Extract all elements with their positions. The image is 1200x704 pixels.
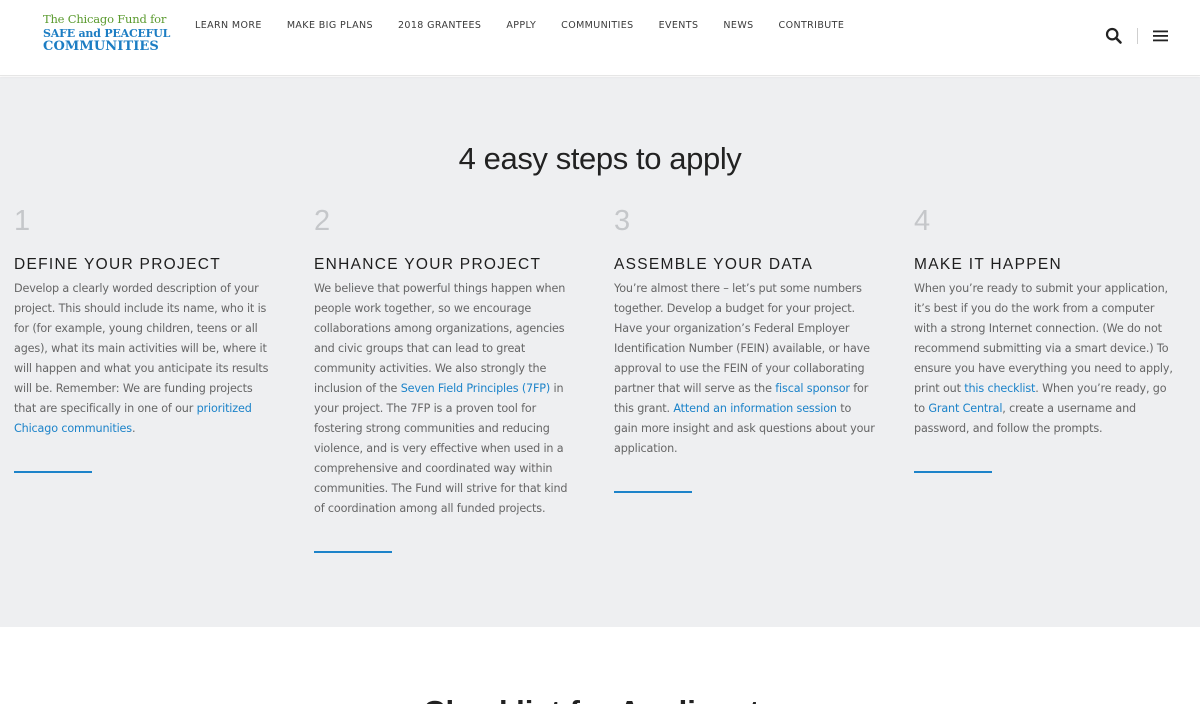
step-4: 4 MAKE IT HAPPEN When you’re ready to su… — [914, 207, 1176, 473]
search-icon — [1105, 27, 1122, 44]
step-title: ASSEMBLE YOUR DATA — [614, 256, 814, 273]
step-description: You’re almost there – let’s put some num… — [614, 279, 876, 459]
step-number: 3 — [614, 205, 631, 237]
step-underline-accent — [314, 550, 392, 553]
menu-button[interactable] — [1152, 28, 1170, 42]
step-title: MAKE IT HAPPEN — [914, 256, 1062, 273]
step-title: ENHANCE YOUR PROJECT — [314, 256, 542, 273]
step-1: 1 DEFINE YOUR PROJECT Develop a clearly … — [14, 207, 276, 473]
header-divider — [1137, 28, 1138, 44]
search-button[interactable] — [1105, 27, 1123, 45]
apply-steps-section: 4 easy steps to apply 1 DEFINE YOUR PROJ… — [0, 77, 1200, 627]
nav-learn-more[interactable]: LEARN MORE — [195, 20, 262, 31]
body-text: We believe that powerful things happen w… — [314, 281, 566, 395]
logo-line-3: COMMUNITIES — [43, 38, 159, 54]
body-text: When you’re ready to submit your applica… — [914, 281, 1173, 395]
step-underline-accent — [914, 470, 992, 473]
nav-communities[interactable]: COMMUNITIES — [561, 20, 633, 31]
step-number: 2 — [314, 205, 331, 237]
step-number: 1 — [14, 205, 31, 237]
logo-line-2: SAFE and PEACEFUL — [43, 26, 171, 40]
step-3: 3 ASSEMBLE YOUR DATA You’re almost there… — [614, 207, 876, 493]
step-number: 4 — [914, 205, 931, 237]
step-underline-accent — [14, 470, 92, 473]
body-text: You’re almost there – let’s put some num… — [614, 281, 870, 395]
nav-2018-grantees[interactable]: 2018 GRANTEES — [398, 20, 481, 31]
nav-events[interactable]: EVENTS — [659, 20, 699, 31]
body-text: in your project. The 7FP is a proven too… — [314, 381, 568, 515]
hamburger-menu-icon — [1153, 30, 1168, 42]
step-description: Develop a clearly worded description of … — [14, 279, 276, 439]
nav-apply[interactable]: APPLY — [506, 20, 536, 31]
inline-link[interactable]: Attend an information session — [673, 402, 837, 415]
section-title: 4 easy steps to apply — [458, 141, 742, 176]
site-logo[interactable]: The Chicago Fund for SAFE and PEACEFUL C… — [43, 12, 171, 54]
body-text: . — [131, 421, 136, 435]
checklist-section: Checklist for Applicants — [0, 627, 1200, 704]
inline-link[interactable]: Seven Field Principles (7FP) — [401, 382, 551, 395]
inline-link[interactable]: fiscal sponsor — [775, 382, 850, 395]
nav-make-big-plans[interactable]: MAKE BIG PLANS — [287, 20, 373, 31]
nav-contribute[interactable]: CONTRIBUTE — [779, 20, 845, 31]
step-title: DEFINE YOUR PROJECT — [14, 256, 221, 273]
step-2: 2 ENHANCE YOUR PROJECT We believe that p… — [314, 207, 576, 553]
inline-link[interactable]: this checklist — [964, 382, 1035, 395]
inline-link[interactable]: Grant Central — [928, 402, 1002, 415]
step-description: When you’re ready to submit your applica… — [914, 279, 1176, 439]
checklist-heading: Checklist for Applicants — [0, 694, 1200, 704]
step-underline-accent — [614, 490, 692, 493]
site-header: The Chicago Fund for SAFE and PEACEFUL C… — [0, 0, 1200, 76]
nav-news[interactable]: NEWS — [723, 20, 753, 31]
step-description: We believe that powerful things happen w… — [314, 279, 576, 519]
logo-line-1: The Chicago Fund for — [43, 12, 167, 26]
main-nav: LEARN MORE MAKE BIG PLANS 2018 GRANTEES … — [195, 20, 844, 31]
body-text: Develop a clearly worded description of … — [14, 281, 269, 415]
